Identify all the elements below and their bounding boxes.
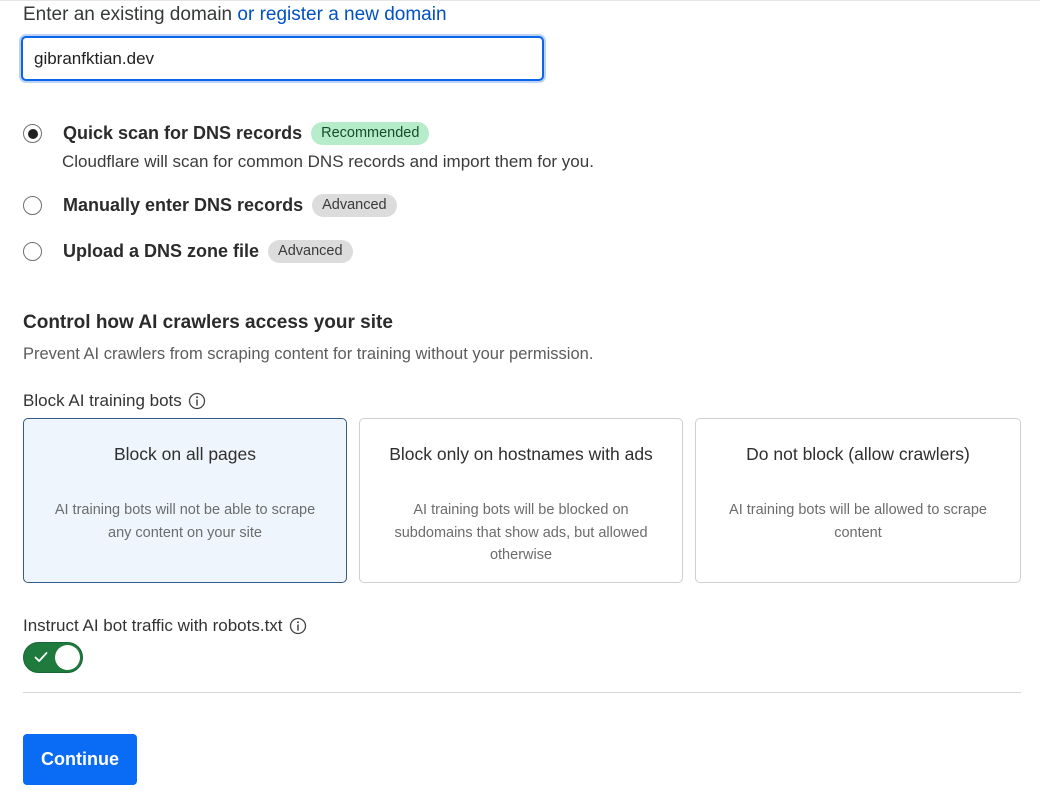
card-do-not-block[interactable]: Do not block (allow crawlers) AI trainin… [695,418,1021,583]
info-icon[interactable] [289,617,307,635]
section-divider [23,692,1021,693]
register-domain-link[interactable]: or register a new domain [237,4,446,25]
quick-scan-description: Cloudflare will scan for common DNS reco… [62,152,594,171]
manual-entry-label: Manually enter DNS records [63,195,304,215]
advanced-badge: Advanced [268,240,353,263]
card-title: Do not block (allow crawlers) [746,444,970,464]
radio-option-quick-scan[interactable]: Quick scan for DNS records Recommended [23,122,430,145]
domain-label-text: Enter an existing domain [23,4,233,25]
top-divider [0,0,1040,1]
check-icon [34,652,48,662]
domain-field-label: Enter an existing domain or register a n… [23,4,447,26]
toggle-knob [55,645,80,670]
card-description: AI training bots will be blocked on subd… [394,502,648,563]
radio-selected-dot [27,128,38,139]
quick-scan-radio[interactable] [23,124,42,143]
info-icon[interactable] [188,392,206,410]
recommended-badge: Recommended [311,122,430,145]
radio-option-manual[interactable]: Manually enter DNS records Advanced [23,194,397,217]
advanced-badge: Advanced [312,194,397,217]
card-description: AI training bots will not be able to scr… [54,502,316,541]
card-block-hostnames-with-ads[interactable]: Block only on hostnames with ads AI trai… [359,418,683,583]
upload-zone-label: Upload a DNS zone file [63,241,260,261]
card-title: Block on all pages [113,444,257,464]
quick-scan-label: Quick scan for DNS records [63,123,303,143]
card-block-all-pages[interactable]: Block on all pages AI training bots will… [23,418,347,583]
block-bots-label-text: Block AI training bots [23,391,182,410]
ai-crawlers-description: Prevent AI crawlers from scraping conten… [23,345,594,363]
robots-txt-label-text: Instruct AI bot traffic with robots.txt [23,616,283,635]
continue-button[interactable]: Continue [23,734,137,785]
domain-input[interactable] [21,36,544,81]
card-title: Block only on hostnames with ads [389,444,653,464]
block-bots-label: Block AI training bots [23,391,206,411]
card-description: AI training bots will be allowed to scra… [729,502,987,541]
robots-txt-toggle[interactable] [23,642,83,673]
radio-option-upload-zone[interactable]: Upload a DNS zone file Advanced [23,240,353,263]
manual-entry-radio[interactable] [23,196,42,215]
robots-txt-label: Instruct AI bot traffic with robots.txt [23,616,307,636]
upload-zone-radio[interactable] [23,242,42,261]
ai-crawlers-title: Control how AI crawlers access your site [23,312,393,333]
